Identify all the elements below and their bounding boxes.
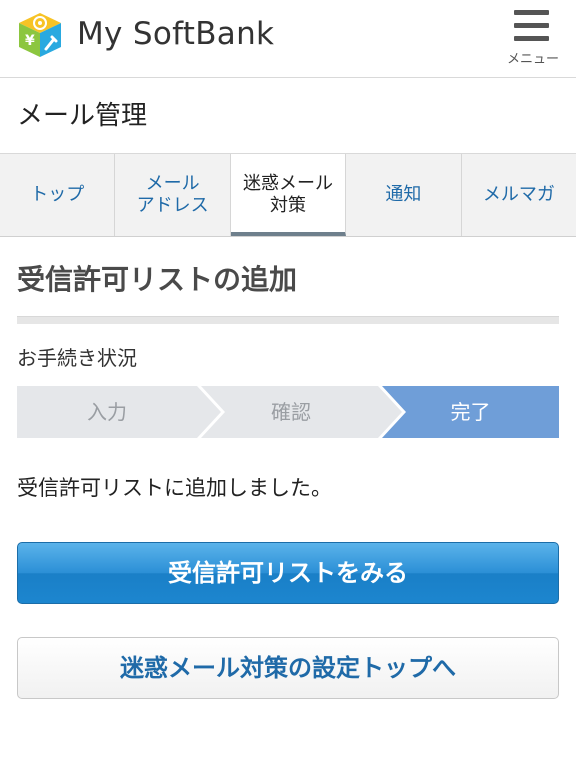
tab-bar: トップ メール アドレス 迷惑メール 対策 通知 メルマガ [0,154,576,237]
menu-button[interactable]: メニュー [500,8,566,70]
tab-top[interactable]: トップ [0,154,116,236]
tab-notification[interactable]: 通知 [346,154,462,236]
tab-spam-protection[interactable]: 迷惑メール 対策 [230,154,347,236]
step-input: 入力 [87,400,127,424]
step-confirm: 確認 [271,400,311,424]
menu-label: メニュー [506,52,559,67]
section-title: 受信許可リストの追加 [17,263,298,296]
progress-label: お手続き状況 [17,346,137,370]
svg-text:¥: ¥ [25,33,35,49]
softbank-logo-icon[interactable]: ¥ [16,11,64,59]
hamburger-icon [514,10,550,41]
completion-message: 受信許可リストに追加しました。 [17,476,332,500]
section-underline [17,316,559,324]
page-title: メール管理 [17,101,148,131]
app-header: ¥ My SoftBank メニュー [0,0,576,78]
view-allow-list-button[interactable]: 受信許可リストをみる [17,542,559,604]
spam-settings-top-button[interactable]: 迷惑メール対策の設定トップへ [17,637,559,699]
tab-mail-magazine[interactable]: メルマガ [462,154,576,236]
tab-mail-address[interactable]: メール アドレス [115,154,231,236]
step-complete: 完了 [450,400,491,424]
brand-name: My SoftBank [77,16,275,52]
progress-steps: 入力 確認 完了 [17,386,559,438]
